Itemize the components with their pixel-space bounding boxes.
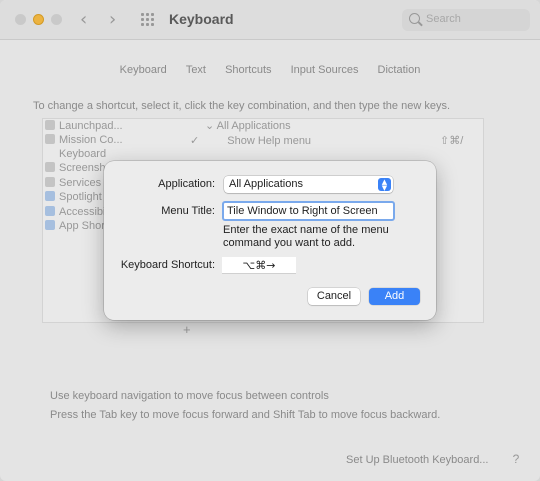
- menu-title-hint: Enter the exact name of the menu command…: [223, 224, 389, 249]
- add-shortcut-dialog: Application: All Applications ▲ ▼ Menu Ti…: [104, 161, 436, 320]
- menu-title-input[interactable]: [224, 203, 393, 219]
- keyboard-shortcut-label: Keyboard Shortcut:: [120, 259, 215, 271]
- keyboard-preferences-window: ‹ › Keyboard Search Keyboard Text Shortc…: [0, 0, 540, 481]
- keyboard-shortcut-field[interactable]: ⌥⌘→: [222, 257, 296, 274]
- menu-title-field[interactable]: [222, 201, 395, 221]
- application-value: All Applications: [229, 178, 303, 190]
- add-button[interactable]: Add: [369, 288, 420, 305]
- application-popup[interactable]: All Applications ▲ ▼: [224, 176, 393, 193]
- cancel-button[interactable]: Cancel: [308, 288, 360, 305]
- menu-title-label: Menu Title:: [161, 205, 215, 217]
- popup-chevron-icon: ▲ ▼: [378, 178, 391, 192]
- application-label: Application:: [158, 178, 215, 190]
